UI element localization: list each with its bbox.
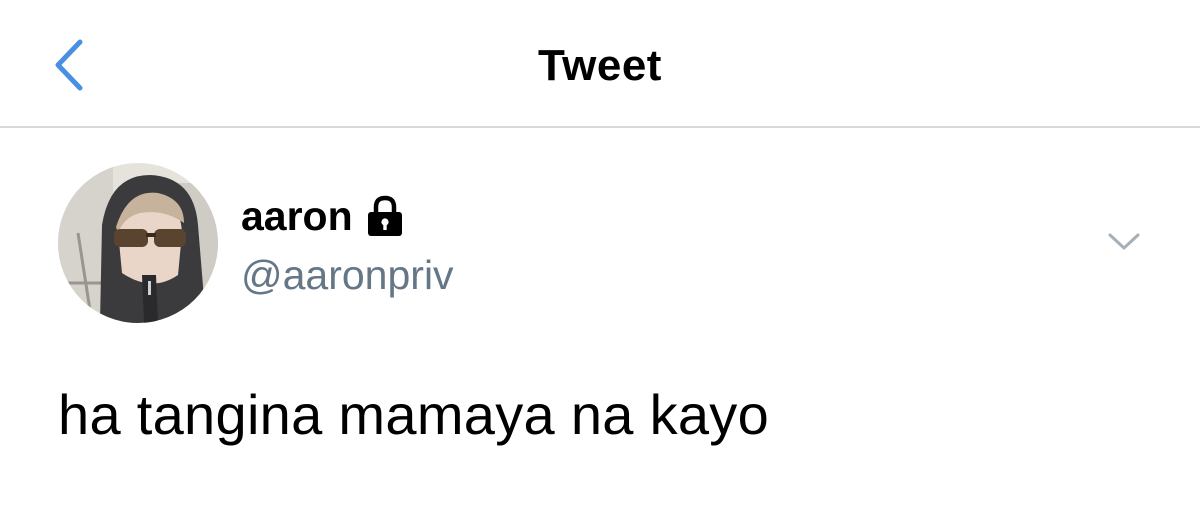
tweet-text: ha tangina mamaya na kayo — [58, 383, 770, 446]
navigation-bar: Tweet — [0, 0, 1200, 128]
avatar[interactable] — [58, 163, 218, 323]
chevron-down-icon — [1108, 233, 1140, 250]
author-name-row: aaron — [241, 191, 405, 241]
page-title: Tweet — [538, 41, 662, 90]
tweet-detail: aaron @aaronpriv ha tangina mamaya na ka… — [0, 128, 1200, 509]
lock-icon — [365, 195, 405, 237]
user-handle[interactable]: @aaronpriv — [241, 250, 454, 300]
tweet-menu-button[interactable] — [1104, 226, 1144, 256]
display-name[interactable]: aaron — [241, 191, 353, 241]
